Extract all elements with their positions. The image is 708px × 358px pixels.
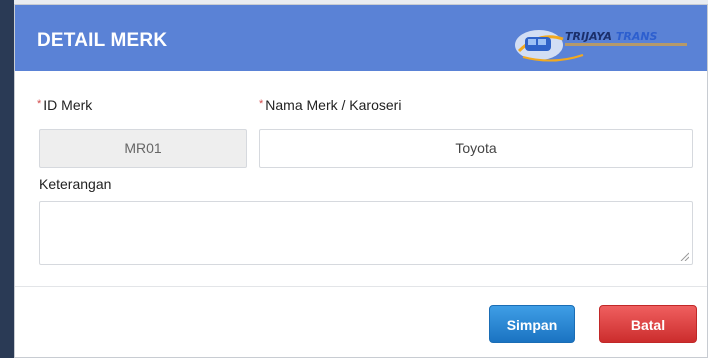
modal-title: DETAIL MERK (37, 30, 168, 51)
company-logo: TRIJAYA TRANS (513, 21, 693, 67)
page: DETAIL MERK TRIJAYA TRANS * ID Merk MR01… (0, 0, 708, 358)
id-merk-field[interactable]: MR01 (39, 129, 247, 168)
save-button[interactable]: Simpan (489, 305, 575, 343)
footer-divider (15, 286, 707, 287)
id-merk-label-text: ID Merk (43, 97, 93, 113)
detail-merk-modal: DETAIL MERK TRIJAYA TRANS * ID Merk MR01… (14, 4, 708, 358)
id-merk-label: * ID Merk (37, 97, 92, 113)
modal-header: DETAIL MERK TRIJAYA TRANS (15, 5, 707, 71)
keterangan-textarea[interactable] (39, 201, 693, 265)
logo-text: TRIJAYA TRANS (565, 30, 657, 43)
resize-handle-icon[interactable] (679, 251, 689, 261)
logo-text-primary: TRIJAYA (565, 30, 612, 43)
bus-logo-icon (515, 30, 687, 62)
required-marker: * (259, 98, 264, 110)
nama-merk-label-text: Nama Merk / Karoseri (265, 97, 402, 113)
nama-merk-label: * Nama Merk / Karoseri (259, 97, 401, 113)
logo-text-secondary: TRANS (615, 30, 658, 43)
required-marker: * (37, 98, 42, 110)
nama-merk-field[interactable]: Toyota (259, 129, 693, 168)
cancel-button[interactable]: Batal (599, 305, 697, 343)
background-edge (0, 0, 14, 358)
keterangan-label: Keterangan (39, 176, 112, 192)
